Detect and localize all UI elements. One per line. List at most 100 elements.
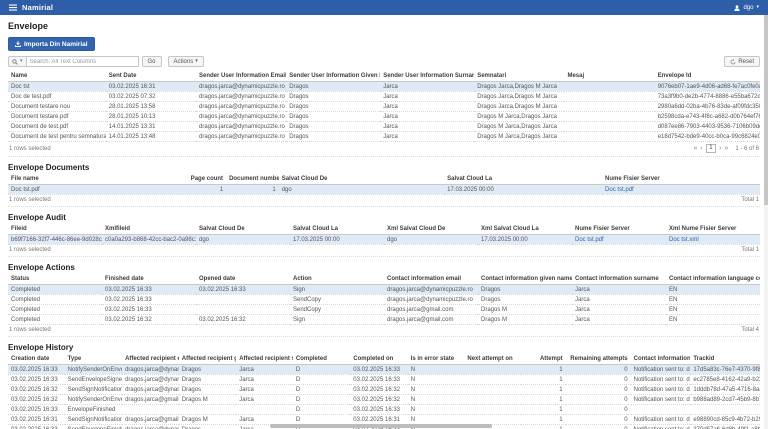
column-header[interactable]: Affected recipient given name	[179, 354, 236, 365]
column-header[interactable]: Xml Salvat Cloud De	[384, 224, 478, 235]
column-header[interactable]: Affected recipient surname	[236, 354, 293, 365]
column-header[interactable]: Xml Salvat Cloud La	[478, 224, 572, 235]
cell: 03.02.2025 16:32	[102, 315, 196, 325]
column-header[interactable]: File name	[8, 174, 181, 185]
cell: Dragos Jarca,Dragos M Jarca	[474, 92, 564, 102]
table-row[interactable]: 03.02.2025 16:33NotifySenderOnEnvelopeOp…	[8, 365, 760, 375]
file-link[interactable]: Doc tst.pdf	[572, 235, 666, 245]
horizontal-scrollbar-thumb[interactable]	[270, 424, 492, 428]
table-row[interactable]: b69f7166-32f7-446c-86ee-9d028c68225ac0a0…	[8, 235, 760, 245]
file-link[interactable]: Doc tst.pdf	[602, 185, 760, 195]
reset-button[interactable]: Reset	[724, 56, 760, 67]
table-row[interactable]: Document de test pentru semnatura electr…	[8, 132, 760, 142]
column-header[interactable]: Document number	[226, 174, 279, 185]
column-header[interactable]: Semnatari	[474, 71, 564, 82]
cell: Dragos	[179, 385, 236, 395]
user-menu[interactable]: dgo ▾	[734, 5, 759, 11]
cell: D	[293, 415, 350, 425]
search-options-button[interactable]: ▾	[8, 56, 27, 67]
table-row[interactable]: Doc tst.pdf11dgo17.03.2025 00:00Doc tst.…	[8, 185, 760, 195]
column-header[interactable]: Completed	[293, 354, 350, 365]
cell: 03.02.2025 16:33	[102, 305, 196, 315]
section-title-documents: Envelope Documents	[8, 163, 760, 172]
cell: Document testare.pdf	[8, 112, 106, 122]
table-row[interactable]: 03.02.2025 16:33EnvelopeFinishedD03.02.2…	[8, 405, 760, 415]
table-row[interactable]: Completed03.02.2025 16:3303.02.2025 16:3…	[8, 285, 760, 295]
cell	[464, 415, 521, 425]
table-row[interactable]: 03.02.2025 16:32SendSignNotificationToRe…	[8, 385, 760, 395]
cell: Jarca	[572, 315, 666, 325]
cell: 17.03.2025 00:00	[290, 235, 384, 245]
column-header[interactable]: Finished date	[102, 274, 196, 285]
table-row[interactable]: 03.02.2025 16:33SendEnvelopeSignedNotifi…	[8, 375, 760, 385]
column-header[interactable]: Action	[290, 274, 384, 285]
column-header[interactable]: Trackid	[690, 354, 760, 365]
table-row[interactable]: 03.02.2025 16:32NotifySenderOnEnvelopeOp…	[8, 395, 760, 405]
file-link[interactable]: Doc tst.xml	[666, 235, 760, 245]
column-header[interactable]: Affected recipient email	[122, 354, 179, 365]
column-header[interactable]: Sender User Information Surname	[380, 71, 474, 82]
column-header[interactable]: Completed on	[350, 354, 407, 365]
actions-button[interactable]: Actions ▾	[168, 56, 204, 67]
column-header[interactable]: Attempt	[521, 354, 566, 365]
column-header[interactable]: Fileid	[8, 224, 102, 235]
column-header[interactable]: Remaining attempts	[566, 354, 631, 365]
table-row[interactable]: Completed03.02.2025 16:33SendCopydragos.…	[8, 295, 760, 305]
menu-icon[interactable]	[9, 4, 17, 11]
table-row[interactable]: 03.02.2025 16:31SendSignNotificationToRe…	[8, 415, 760, 425]
vertical-scrollbar-thumb[interactable]	[764, 15, 768, 205]
go-button[interactable]: Go	[142, 56, 162, 67]
cell: 03.02.2025 16:33	[8, 365, 65, 375]
search-input[interactable]	[27, 56, 139, 67]
cell: 03.02.2025 16:32	[8, 385, 65, 395]
table-row[interactable]: Completed03.02.2025 16:33SendCopydragos.…	[8, 305, 760, 315]
column-header[interactable]: Sender User Information Email	[196, 71, 286, 82]
column-header[interactable]: Contact information email	[384, 274, 478, 285]
column-header[interactable]: Salvat Cloud La	[290, 224, 384, 235]
column-header[interactable]: Salvat Cloud De	[196, 224, 290, 235]
column-header[interactable]: Envelope Id	[655, 71, 760, 82]
horizontal-scrollbar[interactable]	[270, 424, 492, 428]
column-header[interactable]: Contact information	[631, 354, 691, 365]
column-header[interactable]: Xmlfileid	[102, 224, 196, 235]
table-row[interactable]: Document testare.pdf28.01.2025 10:13drag…	[8, 112, 760, 122]
column-header[interactable]: Status	[8, 274, 102, 285]
table-row[interactable]: Completed03.02.2025 16:3203.02.2025 16:3…	[8, 315, 760, 325]
column-header[interactable]: Type	[65, 354, 122, 365]
column-header[interactable]: Xml Nume Fisier Server	[666, 224, 760, 235]
column-header[interactable]: Name	[8, 71, 106, 82]
cell: Dragos M	[478, 315, 572, 325]
table-row[interactable]: Doc de test.pdf03.02.2025 07:32dragos.ja…	[8, 92, 760, 102]
table-row[interactable]: Document testare nou28.01.2025 13:58drag…	[8, 102, 760, 112]
column-header[interactable]: Sender User Information Given Name	[286, 71, 380, 82]
last-page-button[interactable]: »	[724, 146, 728, 152]
column-header[interactable]: Nume Fisier Server	[602, 174, 760, 185]
first-page-button[interactable]: «	[693, 146, 697, 152]
next-page-button[interactable]: ›	[719, 146, 721, 152]
prev-page-button[interactable]: ‹	[700, 146, 702, 152]
column-header[interactable]: Sent Date	[106, 71, 196, 82]
column-header[interactable]: Page count	[181, 174, 226, 185]
rows-selected-label: 1 rows selected	[9, 327, 51, 333]
column-header[interactable]: Salvat Cloud La	[444, 174, 602, 185]
column-header[interactable]: Mesaj	[564, 71, 654, 82]
column-header[interactable]: Creation date	[8, 354, 65, 365]
current-page-button[interactable]: 1	[706, 144, 716, 153]
column-header[interactable]: Next attempt on	[464, 354, 521, 365]
cell	[464, 395, 521, 405]
column-header[interactable]: Nume Fisier Server	[572, 224, 666, 235]
column-header[interactable]: Contact information given name	[478, 274, 572, 285]
column-header[interactable]: Contact information surname	[572, 274, 666, 285]
table-row[interactable]: Document de test.pdf14.01.2025 13:31drag…	[8, 122, 760, 132]
cell: Dragos	[286, 132, 380, 142]
column-header[interactable]: Is in error state	[408, 354, 465, 365]
vertical-scrollbar[interactable]	[764, 15, 768, 429]
column-header[interactable]: Opened date	[196, 274, 290, 285]
chevron-down-icon: ▾	[195, 59, 198, 64]
import-button[interactable]: Importa Din Namirial	[8, 37, 95, 51]
cell: 1	[521, 425, 566, 429]
column-header[interactable]: Salvat Cloud De	[279, 174, 444, 185]
cell: SendSignNotificationToRecipient	[65, 415, 122, 425]
column-header[interactable]: Contact information language code	[666, 274, 760, 285]
table-row[interactable]: Doc tst03.02.2025 16:31dragos.jarca@dyna…	[8, 82, 760, 92]
